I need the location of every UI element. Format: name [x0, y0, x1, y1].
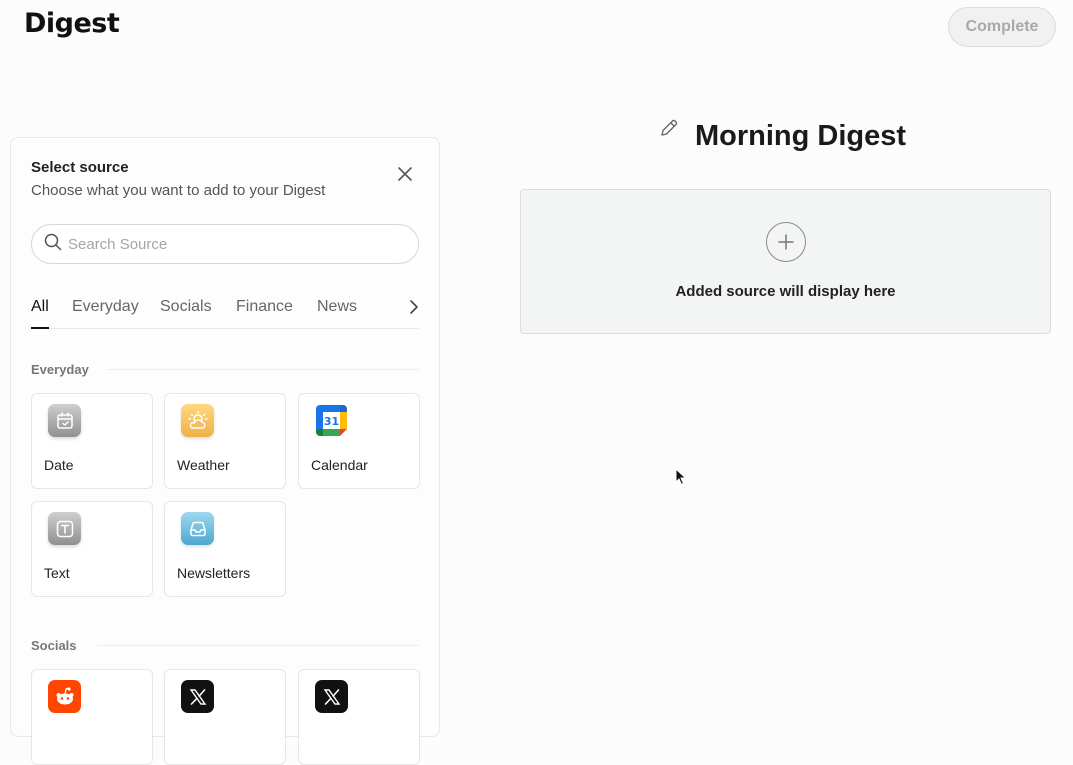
- section-divider: [97, 645, 419, 646]
- source-card-text[interactable]: Text: [31, 501, 153, 597]
- tab-news[interactable]: News: [317, 298, 357, 316]
- source-card-x[interactable]: [298, 669, 420, 765]
- section-divider: [107, 369, 419, 370]
- search-icon: [44, 233, 62, 256]
- panel-title: Select source: [31, 159, 129, 176]
- select-source-panel: Select source Choose what you want to ad…: [10, 137, 440, 765]
- source-card-label: Weather: [177, 457, 230, 473]
- close-icon[interactable]: [395, 164, 415, 184]
- inbox-tray-icon: [181, 512, 214, 545]
- reddit-icon: [48, 680, 81, 713]
- section-label-everyday: Everyday: [31, 362, 89, 377]
- text-t-icon: [48, 512, 81, 545]
- panel-subtitle: Choose what you want to add to your Dige…: [31, 182, 326, 199]
- tab-everyday[interactable]: Everyday: [72, 298, 139, 316]
- search-input[interactable]: [68, 235, 398, 253]
- chevron-right-icon[interactable]: [407, 298, 421, 316]
- tab-finance[interactable]: Finance: [236, 298, 293, 316]
- tab-all[interactable]: All: [31, 298, 49, 329]
- source-card-calendar[interactable]: 31 Calendar: [298, 393, 420, 489]
- digest-logo[interactable]: Digest: [24, 8, 120, 39]
- x-logo-icon: [181, 680, 214, 713]
- source-drop-area[interactable]: Added source will display here: [520, 189, 1051, 334]
- tab-socials[interactable]: Socials: [160, 298, 212, 316]
- source-card-label: Calendar: [311, 457, 368, 473]
- empty-state-text: Added source will display here: [675, 283, 896, 300]
- complete-button[interactable]: Complete: [948, 7, 1056, 47]
- svg-text:31: 31: [324, 415, 339, 428]
- source-card-newsletters[interactable]: Newsletters: [164, 501, 286, 597]
- google-calendar-icon: 31: [315, 404, 348, 437]
- section-label-socials: Socials: [31, 638, 77, 653]
- source-card-label: Newsletters: [177, 565, 251, 581]
- calendar-check-icon: [48, 404, 81, 437]
- source-card-label: Date: [44, 457, 74, 473]
- source-card-date[interactable]: Date: [31, 393, 153, 489]
- mouse-cursor-icon: [675, 467, 687, 486]
- source-card-x[interactable]: [164, 669, 286, 765]
- source-card-weather[interactable]: Weather: [164, 393, 286, 489]
- weather-sun-cloud-icon: [181, 404, 214, 437]
- source-card-reddit[interactable]: [31, 669, 153, 765]
- digest-title[interactable]: Morning Digest: [695, 120, 906, 153]
- digest-title-area: Morning Digest: [658, 116, 906, 156]
- plus-circle-icon[interactable]: [766, 222, 806, 262]
- source-card-label: Text: [44, 565, 70, 581]
- search-field[interactable]: [31, 224, 419, 264]
- pencil-icon[interactable]: [658, 117, 680, 139]
- category-tabs: All Everyday Socials Finance News: [31, 290, 419, 329]
- x-logo-icon: [315, 680, 348, 713]
